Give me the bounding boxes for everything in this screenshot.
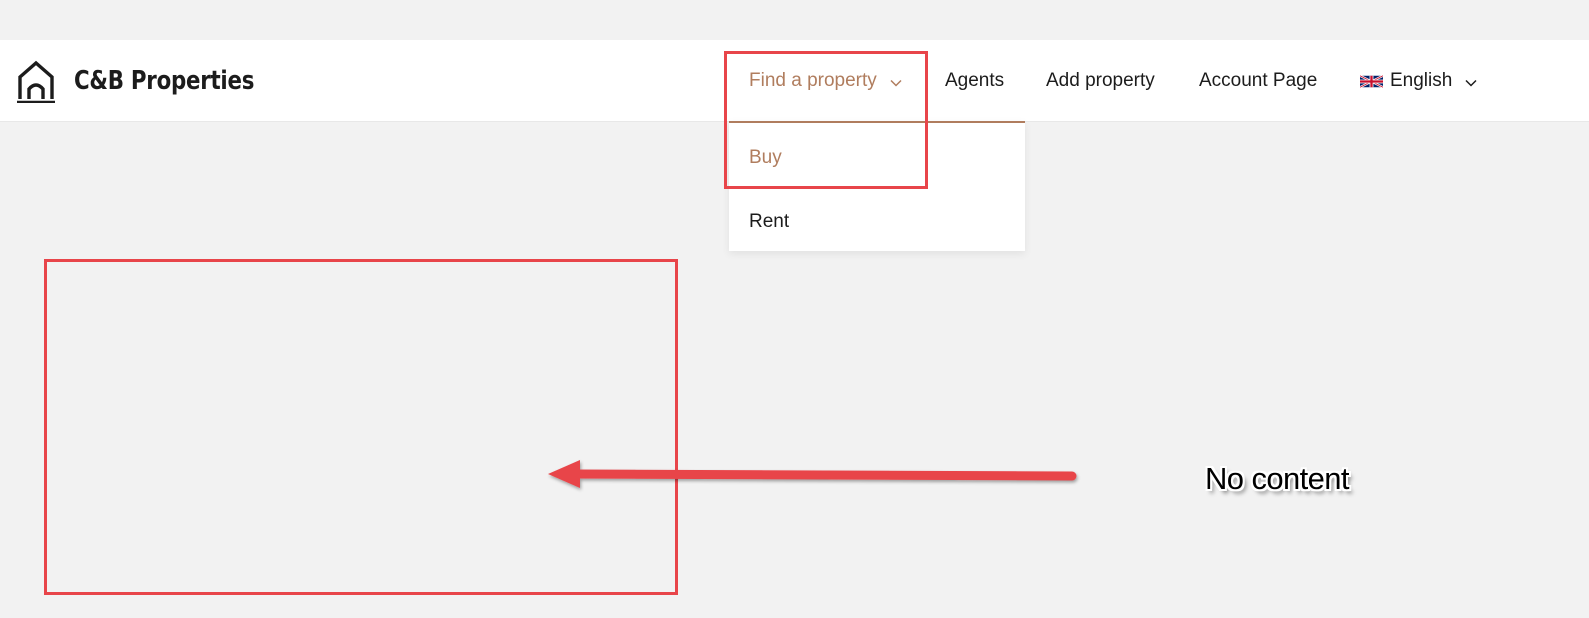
nav-account-page-label: Account Page bbox=[1199, 70, 1318, 91]
dropdown-item-rent[interactable]: Rent bbox=[749, 211, 789, 233]
site-header: C&B Properties Find a property Agents Ad… bbox=[0, 40, 1589, 122]
nav-add-property[interactable]: Add property bbox=[1046, 40, 1155, 122]
brand[interactable]: C&B Properties bbox=[16, 59, 294, 103]
nav-agents-label: Agents bbox=[945, 70, 1005, 91]
nav-account-page[interactable]: Account Page bbox=[1199, 40, 1317, 122]
nav-find-a-property[interactable]: Find a property bbox=[749, 40, 902, 122]
nav-agents[interactable]: Agents bbox=[945, 40, 1004, 122]
house-outline-icon bbox=[17, 60, 55, 103]
annotation-arrow bbox=[548, 460, 1077, 488]
language-label: English bbox=[1390, 70, 1453, 91]
dropdown-item-buy[interactable]: Buy bbox=[749, 147, 782, 169]
find-property-dropdown: Buy Rent bbox=[729, 121, 1025, 251]
uk-flag-icon bbox=[1360, 74, 1383, 88]
brand-name: C&B Properties bbox=[74, 66, 255, 96]
annotation-label: No content bbox=[1205, 461, 1350, 496]
nav-add-property-label: Add property bbox=[1046, 70, 1155, 91]
chevron-down-icon bbox=[890, 79, 902, 87]
chevron-down-icon bbox=[1465, 79, 1477, 87]
annotation-empty-content-box bbox=[44, 259, 678, 595]
nav-find-a-property-label: Find a property bbox=[749, 70, 877, 91]
language-selector[interactable]: English bbox=[1360, 40, 1477, 122]
